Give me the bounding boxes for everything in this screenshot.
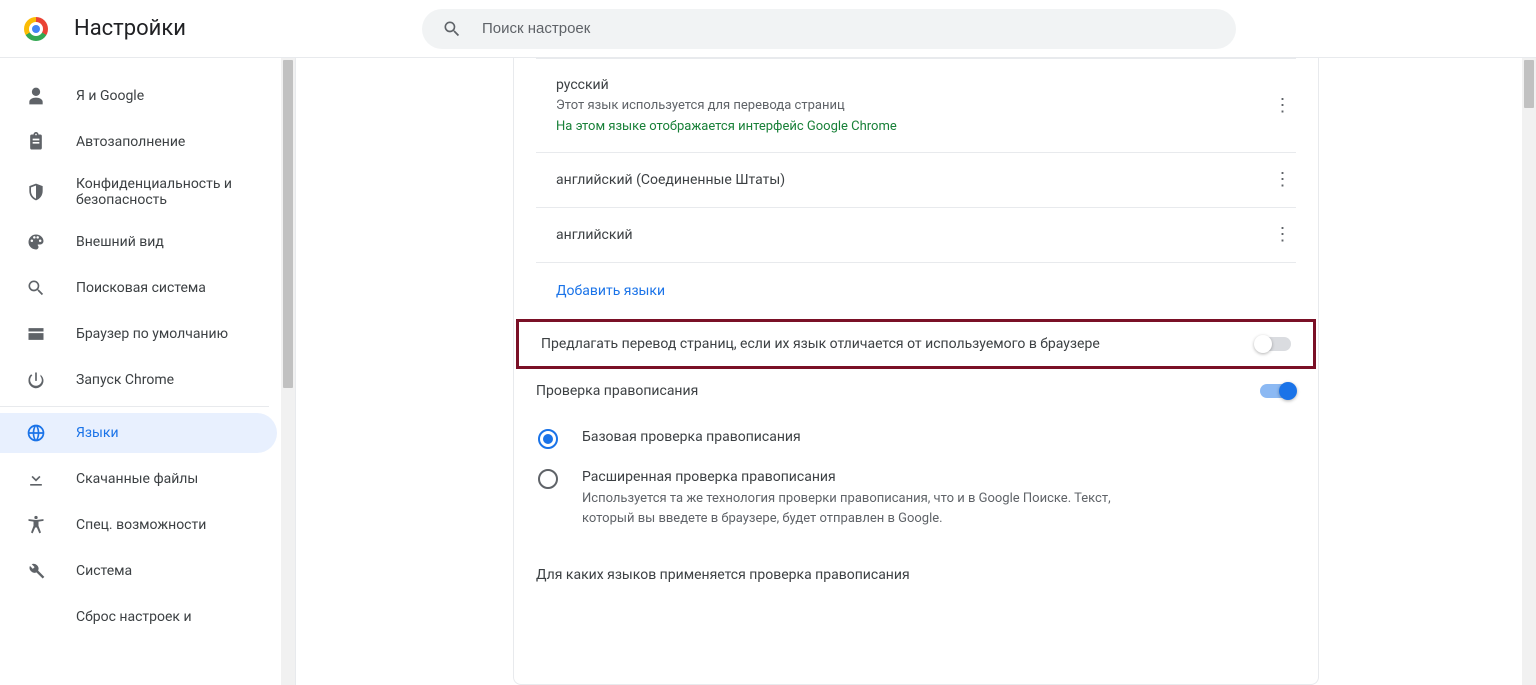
sidebar-item-label: Скачанные файлы (76, 471, 198, 487)
sidebar-item-label: Я и Google (76, 88, 144, 104)
language-row: английский ⋮ (536, 208, 1296, 263)
sidebar-item-label: Браузер по умолчанию (76, 326, 228, 342)
option-title: Базовая проверка правописания (582, 429, 801, 445)
radio-icon[interactable] (538, 469, 558, 489)
clipboard-icon (26, 132, 46, 152)
sidebar: Я и Google Автозаполнение Конфиденциальн… (0, 58, 296, 685)
add-language-row: Добавить языки (536, 263, 1296, 319)
radio-icon[interactable] (538, 429, 558, 449)
spellcheck-options: Базовая проверка правописания Расширенна… (514, 413, 1318, 539)
language-row: русский Этот язык используется для перев… (536, 59, 1296, 153)
spellcheck-apply-label: Для каких языков применяется проверка пр… (514, 539, 1318, 583)
language-sub: Этот язык используется для перевода стра… (556, 97, 1270, 115)
sidebar-item-you-and-google[interactable]: Я и Google (0, 76, 277, 116)
language-list: русский Этот язык используется для перев… (536, 58, 1296, 319)
sidebar-item-appearance[interactable]: Внешний вид (0, 222, 277, 262)
search-icon (442, 19, 462, 39)
download-icon (26, 469, 46, 489)
spellcheck-label: Проверка правописания (536, 383, 1260, 399)
chrome-logo-icon (24, 17, 48, 41)
language-name: английский (556, 227, 1270, 243)
search-box[interactable] (422, 9, 1236, 49)
sidebar-item-label: Языки (76, 425, 119, 441)
sidebar-item-label: Запуск Chrome (76, 372, 174, 388)
sidebar-item-reset[interactable]: Сброс настроек и (0, 597, 277, 637)
sidebar-scrollbar[interactable] (281, 58, 295, 685)
sidebar-item-label: Спец. возможности (76, 517, 206, 533)
language-name: русский (556, 77, 1270, 93)
spellcheck-toggle[interactable] (1260, 384, 1296, 398)
sidebar-item-label: Автозаполнение (76, 134, 185, 150)
shield-icon (26, 182, 46, 202)
sidebar-item-label: Поисковая система (76, 280, 206, 296)
language-menu-button[interactable]: ⋮ (1270, 97, 1294, 115)
spellcheck-option-basic[interactable]: Базовая проверка правописания (536, 419, 1296, 459)
add-language-link[interactable]: Добавить языки (556, 283, 665, 299)
power-icon (26, 370, 46, 390)
spellcheck-option-enhanced[interactable]: Расширенная проверка правописания Исполь… (536, 459, 1296, 539)
option-title: Расширенная проверка правописания (582, 469, 1122, 485)
search-input[interactable] (480, 19, 1216, 38)
sidebar-item-autofill[interactable]: Автозаполнение (0, 122, 277, 162)
sidebar-item-search-engine[interactable]: Поисковая система (0, 268, 277, 308)
translate-offer-row: Предлагать перевод страниц, если их язык… (516, 319, 1316, 369)
option-sub: Используется та же технология проверки п… (582, 489, 1122, 529)
language-menu-button[interactable]: ⋮ (1270, 226, 1294, 244)
sidebar-item-downloads[interactable]: Скачанные файлы (0, 459, 277, 499)
language-ui-note: На этом языке отображается интерфейс Goo… (556, 119, 1270, 134)
sidebar-item-label: Сброс настроек и (76, 609, 192, 625)
main-scrollbar[interactable] (1522, 58, 1536, 685)
page-title: Настройки (74, 16, 186, 41)
app-header: Настройки (0, 0, 1536, 58)
settings-card: русский Этот язык используется для перев… (513, 58, 1319, 685)
translate-offer-label: Предлагать перевод страниц, если их язык… (541, 336, 1255, 352)
sidebar-item-label: Система (76, 563, 132, 579)
sidebar-item-privacy[interactable]: Конфиденциальность и безопасность (0, 168, 277, 216)
blank-icon (26, 607, 46, 627)
spellcheck-row: Проверка правописания (514, 369, 1318, 413)
person-icon (26, 86, 46, 106)
sidebar-divider (0, 406, 269, 407)
wrench-icon (26, 561, 46, 581)
window-icon (26, 324, 46, 344)
sidebar-item-languages[interactable]: Языки (0, 413, 277, 453)
sidebar-item-label: Конфиденциальность и безопасность (76, 176, 277, 208)
sidebar-item-default-browser[interactable]: Браузер по умолчанию (0, 314, 277, 354)
magnifier-icon (26, 278, 46, 298)
globe-icon (26, 423, 46, 443)
sidebar-item-on-startup[interactable]: Запуск Chrome (0, 360, 277, 400)
accessibility-icon (26, 515, 46, 535)
main-content: русский Этот язык используется для перев… (296, 58, 1536, 685)
palette-icon (26, 232, 46, 252)
language-menu-button[interactable]: ⋮ (1270, 171, 1294, 189)
translate-offer-toggle[interactable] (1255, 337, 1291, 351)
sidebar-scrollbar-thumb[interactable] (283, 60, 293, 388)
sidebar-item-label: Внешний вид (76, 234, 164, 250)
sidebar-item-system[interactable]: Система (0, 551, 277, 591)
main-scrollbar-thumb[interactable] (1524, 60, 1534, 108)
language-row: английский (Соединенные Штаты) ⋮ (536, 153, 1296, 208)
language-name: английский (Соединенные Штаты) (556, 172, 1270, 188)
sidebar-item-accessibility[interactable]: Спец. возможности (0, 505, 277, 545)
